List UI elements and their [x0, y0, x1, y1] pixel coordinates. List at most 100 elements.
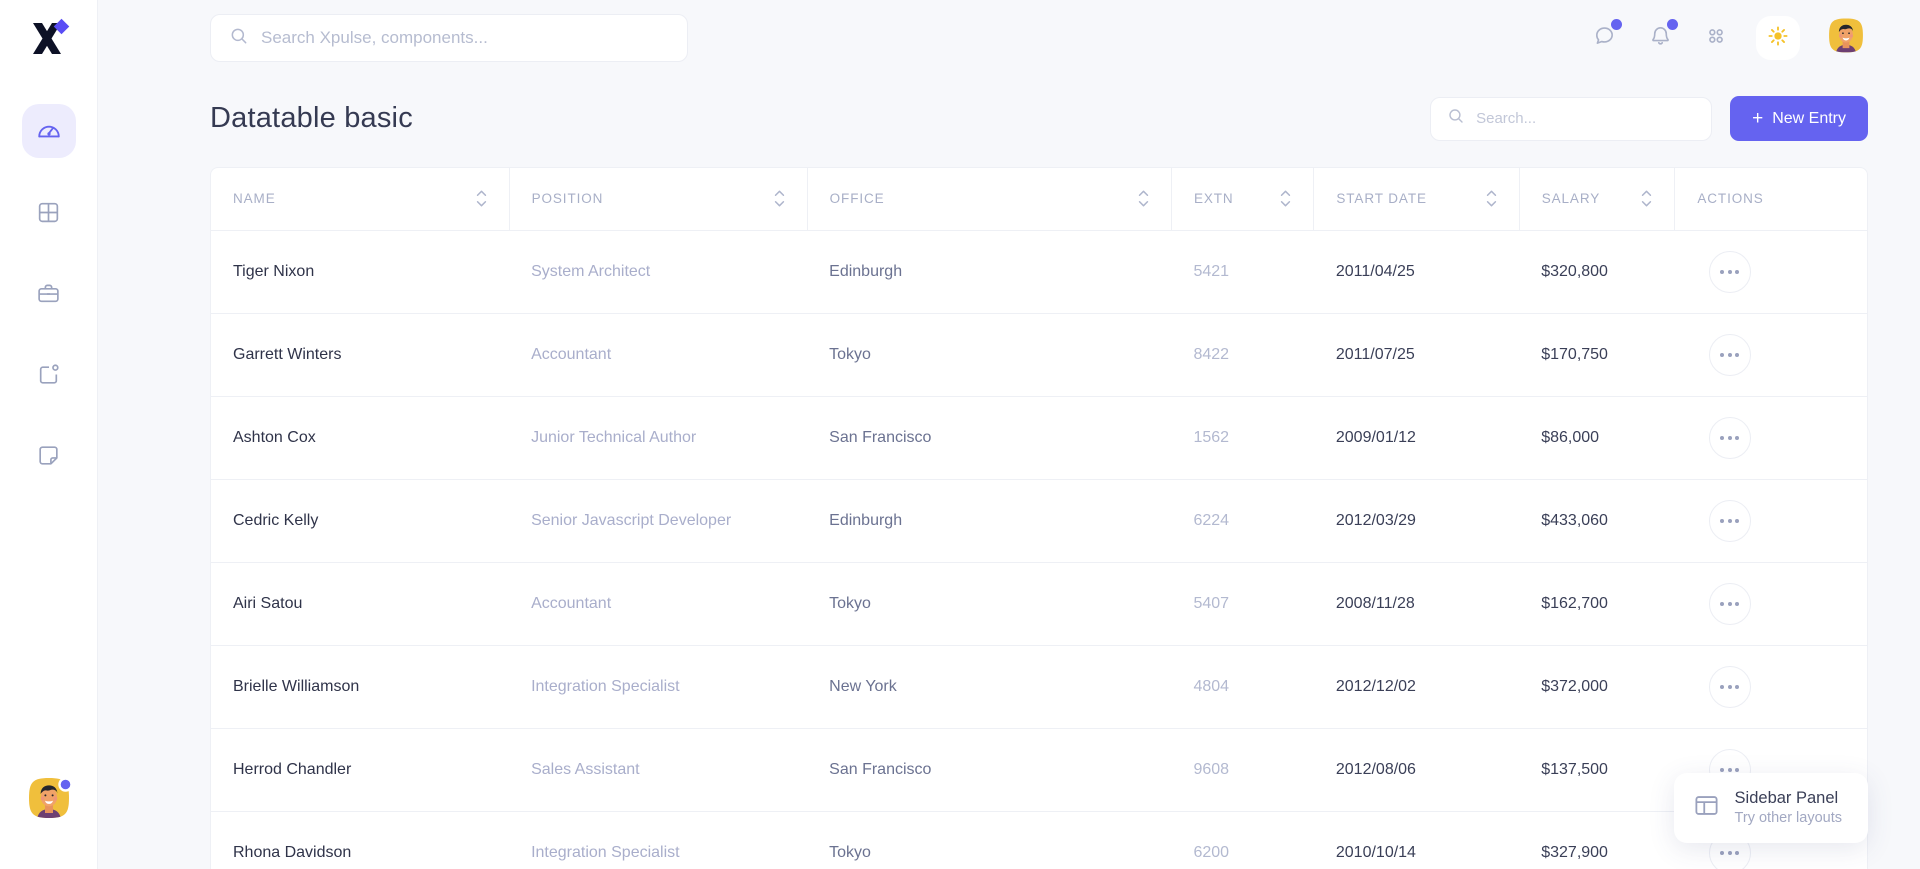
row-actions-button[interactable]: [1709, 583, 1751, 625]
cell-actions: [1675, 645, 1867, 728]
cell-name: Ashton Cox: [211, 396, 509, 479]
main-area: Datatable basic + New Entry: [98, 0, 1920, 869]
plus-icon: +: [1752, 109, 1763, 128]
cell-name: Garrett Winters: [211, 313, 509, 396]
ellipsis-icon: [1720, 602, 1724, 606]
column-header-position[interactable]: POSITION: [509, 168, 807, 230]
sidebar-item-dashboard[interactable]: [22, 104, 76, 158]
table-row[interactable]: Rhona DavidsonIntegration SpecialistToky…: [211, 811, 1867, 869]
ellipsis-icon: [1735, 685, 1739, 689]
column-label: SALARY: [1542, 191, 1600, 206]
column-header-salary[interactable]: SALARY: [1519, 168, 1675, 230]
table-search[interactable]: [1430, 97, 1712, 141]
page-header-actions: + New Entry: [1430, 96, 1868, 141]
row-actions-button[interactable]: [1709, 334, 1751, 376]
column-label: EXTN: [1194, 191, 1234, 206]
xpulse-logo[interactable]: [0, 0, 98, 76]
cell-office: Tokyo: [807, 313, 1171, 396]
account-avatar-button[interactable]: [1824, 16, 1868, 60]
sidebar-panel-text: Sidebar Panel Try other layouts: [1735, 788, 1842, 828]
datatable-card: NAME POSITION: [210, 167, 1868, 869]
table-body: Tiger NixonSystem ArchitectEdinburgh5421…: [211, 230, 1867, 869]
table-row[interactable]: Ashton CoxJunior Technical AuthorSan Fra…: [211, 396, 1867, 479]
sun-icon: [1767, 25, 1789, 52]
sort-toggle-position[interactable]: [774, 190, 785, 207]
sort-toggle-name[interactable]: [476, 190, 487, 207]
cell-name: Herrod Chandler: [211, 728, 509, 811]
sidebar-profile-avatar[interactable]: [23, 775, 75, 827]
ellipsis-icon: [1720, 353, 1724, 357]
table-row[interactable]: Cedric KellySenior Javascript DeveloperE…: [211, 479, 1867, 562]
sidebar-item-projects[interactable]: [22, 266, 76, 320]
sticky-note-icon: [36, 443, 61, 468]
column-header-start-date[interactable]: START DATE: [1314, 168, 1519, 230]
row-actions-button[interactable]: [1709, 666, 1751, 708]
cell-position: Accountant: [509, 562, 807, 645]
sidebar-panel-title: Sidebar Panel: [1735, 788, 1842, 809]
notifications-button[interactable]: [1644, 22, 1676, 54]
ellipsis-icon: [1735, 851, 1739, 855]
ellipsis-icon: [1720, 768, 1724, 772]
global-search[interactable]: [210, 14, 688, 62]
row-actions-button[interactable]: [1709, 500, 1751, 542]
cell-start-date: 2010/10/14: [1314, 811, 1519, 869]
logo-mark: [27, 16, 71, 60]
column-header-name[interactable]: NAME: [211, 168, 509, 230]
page-header: Datatable basic + New Entry: [210, 96, 1868, 167]
ellipsis-icon: [1728, 851, 1732, 855]
cell-position: Junior Technical Author: [509, 396, 807, 479]
column-header-actions: ACTIONS: [1675, 168, 1867, 230]
cell-position: Integration Specialist: [509, 811, 807, 869]
cell-position: Senior Javascript Developer: [509, 479, 807, 562]
ellipsis-icon: [1720, 685, 1724, 689]
row-actions-button[interactable]: [1709, 417, 1751, 459]
cell-salary: $320,800: [1519, 230, 1675, 313]
column-header-extn[interactable]: EXTN: [1171, 168, 1313, 230]
cell-start-date: 2011/07/25: [1314, 313, 1519, 396]
ellipsis-icon: [1735, 436, 1739, 440]
ellipsis-icon: [1720, 270, 1724, 274]
row-actions-button[interactable]: [1709, 251, 1751, 293]
status-badge: [60, 779, 72, 791]
table-row[interactable]: Herrod ChandlerSales AssistantSan Franci…: [211, 728, 1867, 811]
cell-name: Tiger Nixon: [211, 230, 509, 313]
sort-toggle-extn[interactable]: [1280, 190, 1291, 207]
search-input[interactable]: [261, 28, 669, 48]
cell-actions: [1675, 562, 1867, 645]
cell-office: Edinburgh: [807, 230, 1171, 313]
dashboard-gauge-icon: [36, 118, 62, 144]
sidebar-panel-card[interactable]: Sidebar Panel Try other layouts: [1674, 773, 1868, 843]
column-header-office[interactable]: OFFICE: [807, 168, 1171, 230]
ellipsis-icon: [1720, 436, 1724, 440]
sort-toggle-start-date[interactable]: [1486, 190, 1497, 207]
sidebar-item-layouts[interactable]: [22, 185, 76, 239]
new-entry-button[interactable]: + New Entry: [1730, 96, 1868, 141]
cell-position: System Architect: [509, 230, 807, 313]
cell-salary: $137,500: [1519, 728, 1675, 811]
table-row[interactable]: Tiger NixonSystem ArchitectEdinburgh5421…: [211, 230, 1867, 313]
cell-extn: 5407: [1171, 562, 1313, 645]
messages-button[interactable]: [1588, 22, 1620, 54]
messages-badge: [1611, 19, 1622, 30]
cell-office: Tokyo: [807, 562, 1171, 645]
apps-button[interactable]: [1700, 22, 1732, 54]
theme-toggle-button[interactable]: [1756, 16, 1800, 60]
cell-extn: 6224: [1171, 479, 1313, 562]
cell-salary: $170,750: [1519, 313, 1675, 396]
notification-square-icon: [36, 362, 61, 387]
cell-extn: 6200: [1171, 811, 1313, 869]
sidebar-item-notes[interactable]: [22, 428, 76, 482]
new-entry-label: New Entry: [1772, 110, 1846, 128]
sidebar-item-notifications[interactable]: [22, 347, 76, 401]
layout-panel-icon: [1693, 792, 1720, 824]
sidebar-panel-subtitle: Try other layouts: [1735, 809, 1842, 828]
table-row[interactable]: Brielle WilliamsonIntegration Specialist…: [211, 645, 1867, 728]
table-row[interactable]: Airi SatouAccountantTokyo54072008/11/28$…: [211, 562, 1867, 645]
sort-toggle-salary[interactable]: [1641, 190, 1652, 207]
cell-position: Sales Assistant: [509, 728, 807, 811]
cell-start-date: 2012/08/06: [1314, 728, 1519, 811]
sort-toggle-office[interactable]: [1138, 190, 1149, 207]
cell-position: Integration Specialist: [509, 645, 807, 728]
table-search-input[interactable]: [1476, 110, 1695, 127]
table-row[interactable]: Garrett WintersAccountantTokyo84222011/0…: [211, 313, 1867, 396]
